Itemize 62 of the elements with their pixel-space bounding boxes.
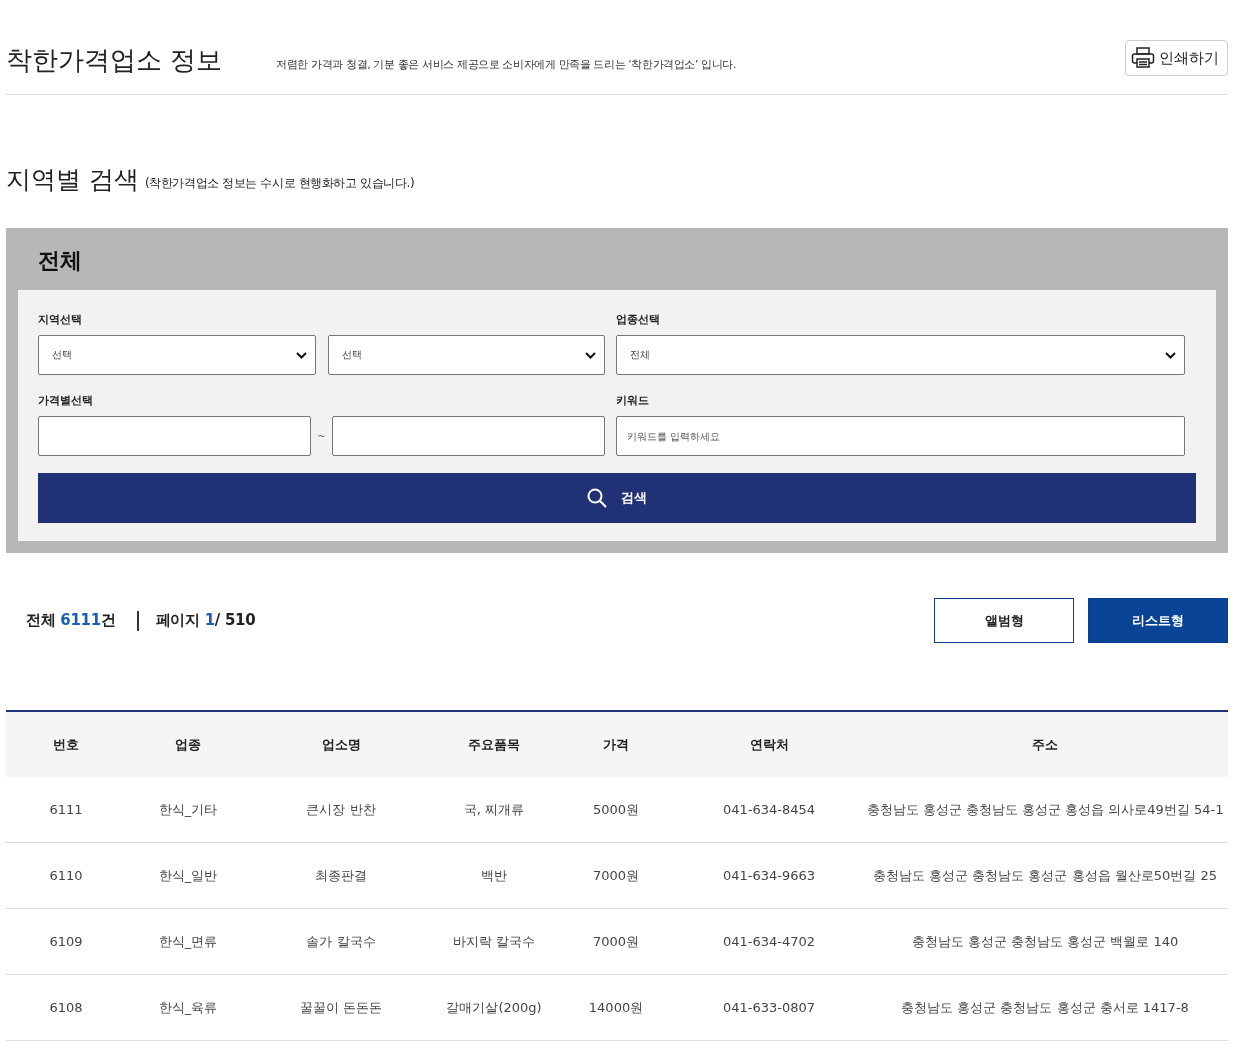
table-cell-text: 6110 <box>48 867 84 885</box>
table-cell-text: 큰시장 반찬 <box>305 800 377 819</box>
table-cell-text: 바지락 칼국수 <box>451 932 537 951</box>
table-cell-text: 충청남도 홍성군 충청남도 홍성군 충서로 1417-8 <box>900 998 1190 1017</box>
table-cell-text: 7000원 <box>591 866 641 885</box>
table-cell-text: 041-634-9663 <box>721 867 817 885</box>
table-cell-text: 충청남도 홍성군 충청남도 홍성군 백월로 140 <box>910 932 1180 951</box>
table-cell-text: 충청남도 홍성군 충청남도 홍성군 홍성읍 의사로49번길 54-1 <box>865 800 1225 819</box>
select-field[interactable]: 선택 <box>327 335 605 375</box>
table-cell-text: 041-634-8454 <box>721 801 817 819</box>
field-label: 업종선택 <box>616 312 660 327</box>
table-cell-text: 최종판결 <box>314 866 368 885</box>
table-cell-text: 14000원 <box>587 998 645 1017</box>
section-title: 지역별 검색 <box>6 164 139 196</box>
section-note: (착한가격업소 정보는 수시로 현행화하고 있습니다.) <box>144 175 415 192</box>
table-cell-text: 갈매기살(200g) <box>445 998 543 1017</box>
column-header: 업종 <box>174 735 202 754</box>
field-label: 키워드 <box>616 393 649 408</box>
panel-title: 전체 <box>38 247 83 275</box>
column-header: 주요품목 <box>467 735 521 754</box>
table-cell-text: 한식_일반 <box>157 866 219 885</box>
input-field[interactable] <box>38 416 312 456</box>
chevron-down-icon <box>585 351 596 359</box>
search-icon <box>587 488 607 508</box>
table-cell-text: 한식_육류 <box>157 998 219 1017</box>
table-cell-text: 국, 찌개류 <box>462 800 526 819</box>
search-button[interactable]: 검색 <box>38 473 1196 523</box>
page-title: 착한가격업소 정보 <box>6 44 223 76</box>
table-cell-text: 7000원 <box>591 932 641 951</box>
range-separator: ~ <box>317 430 326 442</box>
select-field[interactable]: 전체 <box>616 335 1185 375</box>
table-cell-text: 6108 <box>48 999 84 1017</box>
keyword-field[interactable]: 키워드를 입력하세요 <box>616 416 1185 456</box>
column-header: 연락처 <box>748 735 790 754</box>
table-cell-text: 충청남도 홍성군 충청남도 홍성군 홍성읍 월산로50번길 25 <box>872 866 1218 885</box>
input-field[interactable] <box>331 416 605 456</box>
column-header: 가격 <box>602 735 630 754</box>
table-cell-text: 한식_기타 <box>157 800 219 819</box>
table-cell-text: 6111 <box>48 801 84 819</box>
field-label: 지역선택 <box>38 312 82 327</box>
column-header: 업소명 <box>320 735 362 754</box>
chevron-down-icon <box>1165 351 1176 359</box>
page-description: 저렴한 가격과 청결, 기분 좋은 서비스 제공으로 소비자에게 만족을 드리는 ‘착한가격업소’ 입니다. <box>276 57 737 73</box>
table-cell-text: 솔가 칼국수 <box>305 932 377 951</box>
column-header: 번호 <box>52 735 80 754</box>
table-cell-text: 5000원 <box>591 800 641 819</box>
field-label: 가격별선택 <box>38 393 93 408</box>
view-toggle-button[interactable]: 앨범형 <box>934 598 1074 643</box>
table-cell-text: 6109 <box>48 933 84 951</box>
column-header: 주소 <box>1031 735 1059 754</box>
table-cell-text: 041-634-4702 <box>721 933 817 951</box>
page-indicator: 페이지 1/ 510 <box>155 611 256 630</box>
table-cell-text: 꿀꿀이 돈돈돈 <box>298 998 384 1017</box>
total-count: 전체 6111건 <box>26 611 116 630</box>
view-toggle-button[interactable]: 리스트형 <box>1088 598 1228 643</box>
chevron-down-icon <box>295 351 307 359</box>
select-field[interactable]: 선택 <box>38 335 316 375</box>
printer-icon <box>1131 47 1155 69</box>
table-cell-text: 한식_면류 <box>157 932 219 951</box>
table-cell-text: 백반 <box>480 866 508 885</box>
table-cell-text: 041-633-0807 <box>721 999 817 1017</box>
print-button[interactable]: 인쇄하기 <box>1125 40 1228 76</box>
